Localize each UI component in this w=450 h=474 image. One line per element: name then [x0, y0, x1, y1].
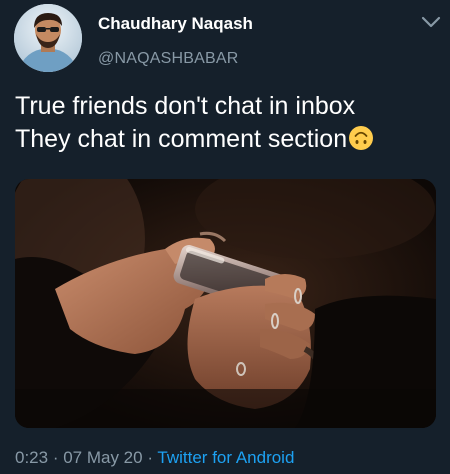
tweet-meta: 0:23 · 07 May 20 · Twitter for Android: [15, 448, 294, 468]
profile-photo: [14, 4, 82, 72]
meta-separator: ·: [142, 448, 158, 467]
upside-down-face-icon: [348, 125, 374, 151]
tweet-line-2: They chat in comment section: [15, 123, 440, 156]
source-link[interactable]: Twitter for Android: [157, 448, 294, 467]
tweet-photo[interactable]: [15, 179, 436, 428]
hands-holding-phone-image: [15, 179, 436, 428]
tweet-line-1: True friends don't chat in inbox: [15, 92, 356, 120]
tweet-line-2-text: They chat in comment section: [15, 125, 348, 153]
tweet-date: 07 May 20: [63, 448, 143, 467]
chevron-down-icon[interactable]: [420, 14, 442, 30]
avatar[interactable]: [14, 4, 82, 72]
meta-separator: ·: [48, 448, 64, 467]
author-name[interactable]: Chaudhary Naqash: [98, 14, 253, 34]
tweet-text: True friends don't chat in inbox They ch…: [15, 90, 440, 156]
tweet-card: Chaudhary Naqash @NAQASHBABAR True frien…: [0, 0, 450, 474]
tweet-time: 0:23: [15, 448, 49, 467]
author-handle[interactable]: @NAQASHBABAR: [98, 50, 238, 68]
